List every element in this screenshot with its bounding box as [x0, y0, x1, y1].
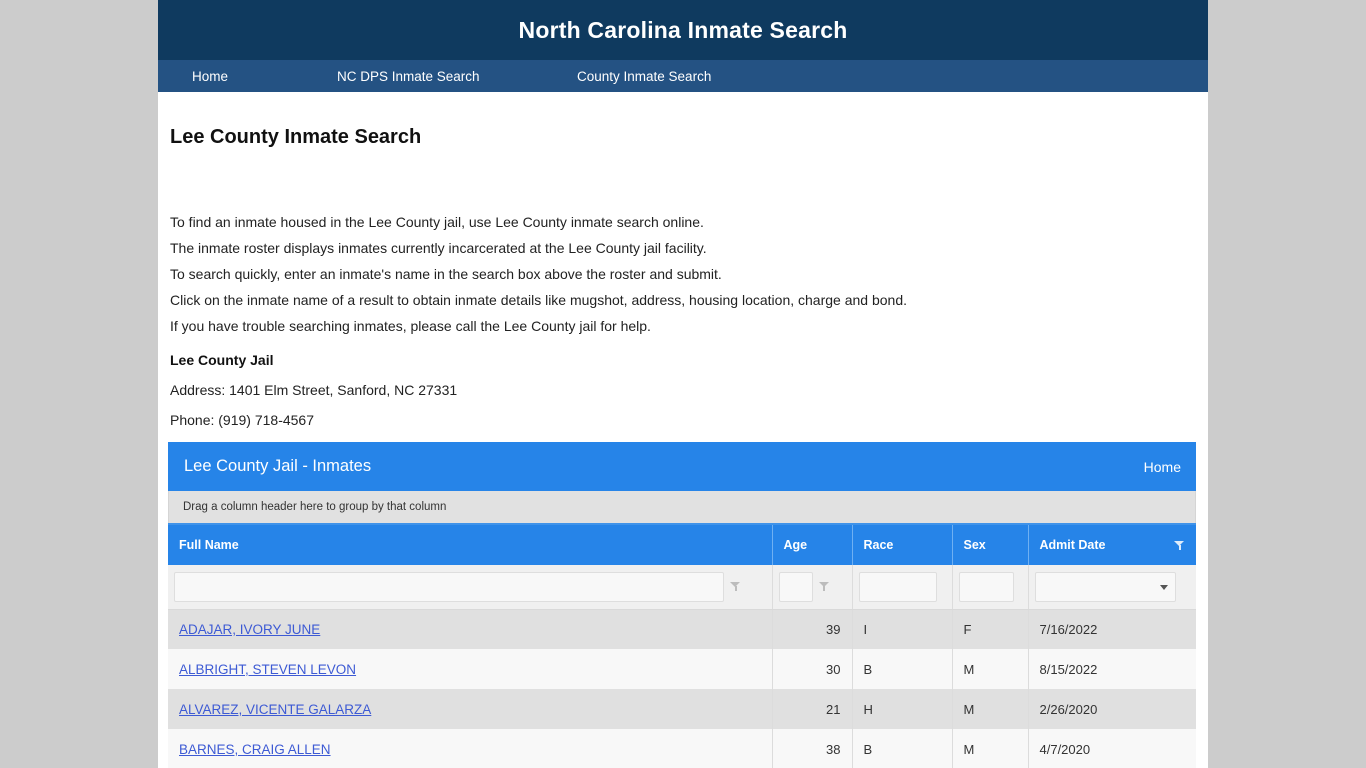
- column-header-age[interactable]: Age: [772, 523, 853, 565]
- cell-age: 30: [772, 649, 853, 689]
- facility-phone: Phone: (919) 718-4567: [170, 412, 314, 428]
- column-header-label: Age: [783, 538, 808, 552]
- filter-cell-sex: [952, 565, 1029, 610]
- inmate-name-link[interactable]: ALVAREZ, VICENTE GALARZA: [179, 702, 371, 717]
- grid-header-bar: Lee County Jail - Inmates Home: [168, 442, 1196, 491]
- inmate-name-link[interactable]: ALBRIGHT, STEVEN LEVON: [179, 662, 356, 677]
- cell-age: 39: [772, 609, 853, 649]
- inmate-name-link[interactable]: BARNES, CRAIG ALLEN: [179, 742, 331, 757]
- cell-race: B: [852, 729, 953, 768]
- table-row[interactable]: ADAJAR, IVORY JUNE 39 I F 7/16/2022: [168, 609, 1196, 649]
- column-header-label: Admit Date: [1039, 538, 1106, 552]
- column-header-race[interactable]: Race: [852, 523, 953, 565]
- inmate-grid-panel: Lee County Jail - Inmates Home Drag a co…: [168, 442, 1196, 768]
- column-header-label: Race: [863, 538, 894, 552]
- filter-funnel-icon-age[interactable]: [818, 581, 830, 592]
- table-body: ADAJAR, IVORY JUNE 39 I F 7/16/2022 ALBR…: [168, 565, 1196, 768]
- table-head: Full Name Age Race Sex Admit Date: [168, 523, 1196, 565]
- cell-sex: M: [952, 649, 1029, 689]
- cell-admit-date: 2/26/2020: [1028, 689, 1196, 729]
- filter-cell-full-name: [168, 565, 773, 610]
- filter-input-sex[interactable]: [958, 571, 1014, 602]
- filter-input-full-name[interactable]: [174, 571, 724, 602]
- column-header-full-name[interactable]: Full Name: [168, 523, 773, 565]
- main-content: Lee County Inmate Search To find an inma…: [158, 92, 1208, 768]
- facility-info: Lee County Jail Address: 1401 Elm Street…: [168, 352, 1198, 428]
- cell-sex: M: [952, 689, 1029, 729]
- grid-title: Lee County Jail - Inmates: [184, 457, 372, 475]
- intro-line: If you have trouble searching inmates, p…: [170, 318, 651, 334]
- table-row[interactable]: ALBRIGHT, STEVEN LEVON 30 B M 8/15/2022: [168, 649, 1196, 689]
- site-title: North Carolina Inmate Search: [518, 16, 848, 43]
- cell-race: B: [852, 649, 953, 689]
- cell-admit-date: 7/16/2022: [1028, 609, 1196, 649]
- filter-input-admit-date[interactable]: [1034, 571, 1176, 602]
- column-header-sex[interactable]: Sex: [952, 523, 1029, 565]
- nav-item-nc-dps-inmate-search[interactable]: NC DPS Inmate Search: [337, 69, 577, 84]
- cell-full-name: ALBRIGHT, STEVEN LEVON: [168, 649, 773, 689]
- table-row[interactable]: BARNES, CRAIG ALLEN 38 B M 4/7/2020: [168, 729, 1196, 768]
- cell-full-name: BARNES, CRAIG ALLEN: [168, 729, 773, 768]
- intro-line: To search quickly, enter an inmate's nam…: [170, 266, 722, 282]
- cell-admit-date: 4/7/2020: [1028, 729, 1196, 768]
- intro-line: To find an inmate housed in the Lee Coun…: [170, 214, 704, 230]
- column-filter-row: [168, 565, 1196, 610]
- table-row[interactable]: ALVAREZ, VICENTE GALARZA 21 H M 2/26/202…: [168, 689, 1196, 729]
- column-header-admit-date[interactable]: Admit Date: [1028, 523, 1196, 565]
- filter-funnel-icon[interactable]: [1174, 540, 1185, 551]
- intro-text-block: To find an inmate housed in the Lee Coun…: [168, 215, 1198, 333]
- cell-race: H: [852, 689, 953, 729]
- cell-age: 38: [772, 729, 853, 768]
- filter-cell-admit-date: [1028, 565, 1196, 610]
- cell-race: I: [852, 609, 953, 649]
- grid-home-link[interactable]: Home: [1144, 459, 1181, 475]
- intro-line: Click on the inmate name of a result to …: [170, 292, 907, 308]
- facility-name: Lee County Jail: [170, 352, 274, 368]
- cell-full-name: ALVAREZ, VICENTE GALARZA: [168, 689, 773, 729]
- page-container: North Carolina Inmate Search Home NC DPS…: [158, 0, 1208, 768]
- nav-item-home[interactable]: Home: [192, 69, 337, 84]
- cell-sex: M: [952, 729, 1029, 768]
- group-by-hint-text: Drag a column header here to group by th…: [183, 501, 447, 513]
- filter-cell-race: [852, 565, 953, 610]
- nav-item-county-inmate-search[interactable]: County Inmate Search: [577, 69, 817, 84]
- cell-age: 21: [772, 689, 853, 729]
- cell-sex: F: [952, 609, 1029, 649]
- page-title: Lee County Inmate Search: [170, 126, 422, 148]
- inmate-table: Full Name Age Race Sex Admit Date ADAJAR…: [168, 523, 1196, 768]
- column-header-label: Sex: [963, 538, 986, 552]
- filter-input-race[interactable]: [858, 571, 937, 602]
- table-header-row: Full Name Age Race Sex Admit Date: [168, 523, 1196, 565]
- filter-input-age[interactable]: [778, 571, 813, 602]
- cell-admit-date: 8/15/2022: [1028, 649, 1196, 689]
- column-header-label: Full Name: [179, 538, 239, 552]
- inmate-name-link[interactable]: ADAJAR, IVORY JUNE: [179, 622, 320, 637]
- cell-full-name: ADAJAR, IVORY JUNE: [168, 609, 773, 649]
- group-by-drop-area[interactable]: Drag a column header here to group by th…: [168, 491, 1196, 523]
- filter-funnel-icon-full-name[interactable]: [730, 581, 741, 592]
- main-navigation: Home NC DPS Inmate Search County Inmate …: [158, 60, 1208, 92]
- filter-cell-age: [772, 565, 853, 610]
- site-header: North Carolina Inmate Search: [158, 0, 1208, 60]
- facility-address: Address: 1401 Elm Street, Sanford, NC 27…: [170, 382, 458, 398]
- intro-line: The inmate roster displays inmates curre…: [170, 240, 707, 256]
